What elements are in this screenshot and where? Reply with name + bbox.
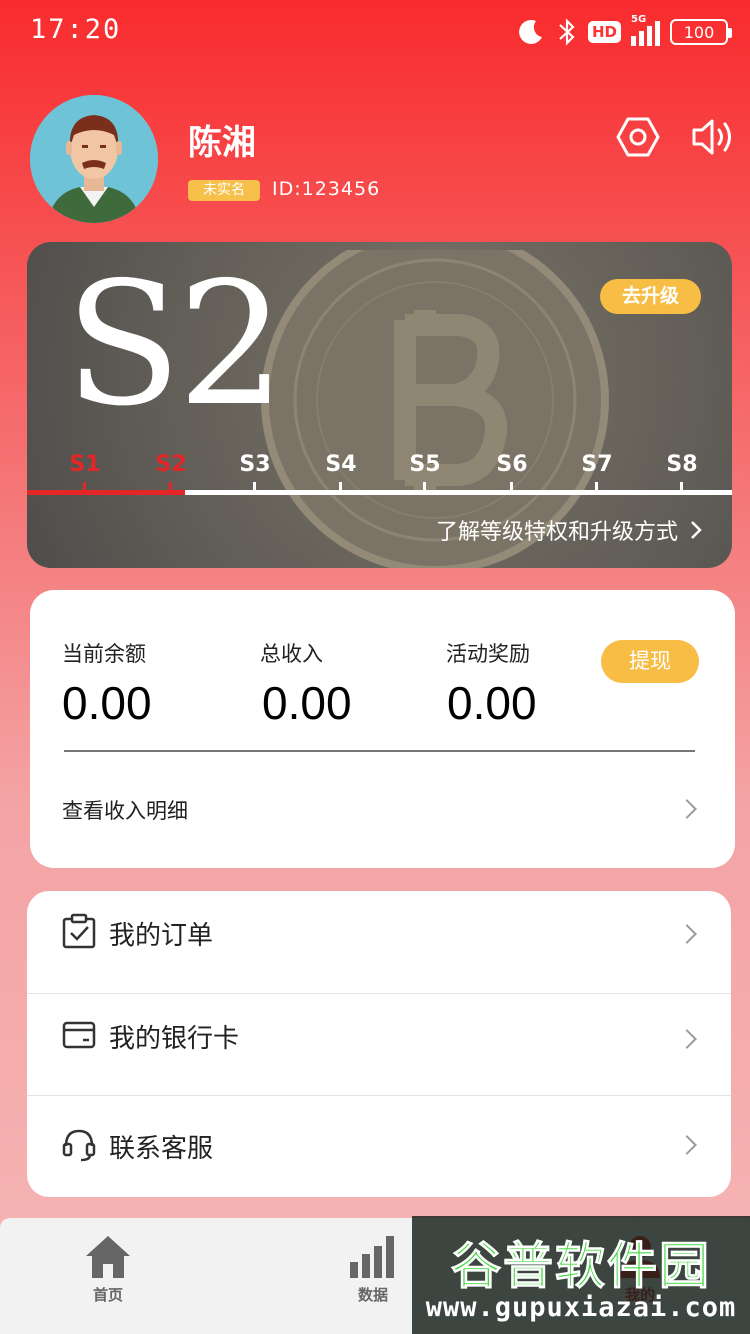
level-label-s2: S2 [155, 452, 187, 477]
battery-icon: 100 [670, 19, 732, 45]
user-name: 陈湘 [188, 123, 256, 163]
chevron-right-icon [677, 1029, 697, 1049]
menu-card: 我的订单 我的银行卡 联系客服 [27, 891, 731, 1197]
status-bar: 17:20 HD 5G 100 [0, 0, 750, 64]
current-balance-label: 当前余额 [62, 642, 146, 666]
level-privileges-link-label: 了解等级特权和升级方式 [435, 520, 678, 545]
level-tick [595, 482, 598, 492]
level-card: S2 去升级 S1 S2 S3 S4 S5 S6 S7 S8 了解等级特权和升级… [27, 242, 732, 568]
watermark: 谷普软件园 www.gupuxiazai.com [412, 1216, 750, 1334]
network-label: 5G [631, 14, 647, 25]
hd-icon: HD [587, 21, 621, 43]
divider [64, 750, 695, 752]
status-icons: HD 5G 100 [516, 14, 732, 50]
level-label-s8: S8 [666, 452, 698, 477]
avatar-illustration [30, 95, 158, 223]
watermark-url: www.gupuxiazai.com [425, 1292, 737, 1323]
level-tick [510, 482, 513, 492]
menu-item-bank-card[interactable]: 我的银行卡 [27, 993, 731, 1095]
order-check-icon [62, 913, 96, 949]
total-income-value: 0.00 [262, 677, 352, 729]
level-privileges-link[interactable]: 了解等级特权和升级方式 [436, 514, 702, 546]
upgrade-button[interactable]: 去升级 [600, 279, 701, 314]
bank-card-icon [62, 1021, 96, 1049]
user-id: ID:123456 [272, 178, 381, 200]
headset-icon [62, 1129, 96, 1162]
menu-item-bank-card-label: 我的银行卡 [109, 1024, 240, 1054]
level-label-s4: S4 [325, 452, 357, 477]
level-tick [423, 482, 426, 492]
level-label-s7: S7 [581, 452, 613, 477]
current-balance-value: 0.00 [62, 677, 152, 729]
menu-item-customer-service-label: 联系客服 [109, 1134, 214, 1164]
level-label-s1: S1 [69, 452, 101, 477]
avatar[interactable] [30, 95, 158, 223]
chevron-right-icon [677, 924, 697, 944]
chevron-right-icon [677, 1135, 697, 1155]
menu-item-orders[interactable]: 我的订单 [27, 891, 731, 993]
level-label-s6: S6 [496, 452, 528, 477]
activity-reward-value: 0.00 [447, 677, 537, 729]
tab-home[interactable]: 首页 [48, 1218, 168, 1334]
status-time: 17:20 [30, 14, 122, 45]
level-label-s3: S3 [239, 452, 271, 477]
battery-level: 100 [683, 22, 715, 42]
activity-reward-label: 活动奖励 [446, 642, 530, 666]
home-icon [86, 1236, 130, 1278]
chevron-right-icon [677, 799, 697, 819]
watermark-title: 谷普软件园 [451, 1237, 711, 1296]
current-level-display: S2 [65, 246, 286, 444]
tab-home-label: 首页 [92, 1286, 123, 1304]
bluetooth-icon [559, 18, 575, 46]
bar-chart-icon [350, 1236, 394, 1278]
level-label-s5: S5 [409, 452, 441, 477]
total-income-label: 总收入 [260, 642, 323, 666]
menu-item-customer-service[interactable]: 联系客服 [27, 1095, 731, 1197]
withdraw-button[interactable]: 提现 [601, 640, 699, 683]
settings-hexagon-icon[interactable] [614, 113, 662, 161]
balance-card: 当前余额 0.00 总收入 0.00 活动奖励 0.00 提现 查看收入明细 [30, 590, 735, 868]
menu-item-orders-label: 我的订单 [109, 921, 214, 951]
chevron-right-icon [691, 521, 702, 539]
verification-status-badge[interactable]: 未实名 [188, 180, 260, 201]
moon-icon [519, 19, 542, 44]
signal-icon: 5G [631, 14, 660, 46]
level-progress-fill [27, 490, 185, 495]
level-tick [169, 482, 172, 492]
level-tick [83, 482, 86, 492]
level-tick [253, 482, 256, 492]
income-detail-link[interactable]: 查看收入明细 [62, 795, 188, 825]
speaker-icon[interactable] [688, 113, 736, 161]
level-tick [680, 482, 683, 492]
level-tick [339, 482, 342, 492]
